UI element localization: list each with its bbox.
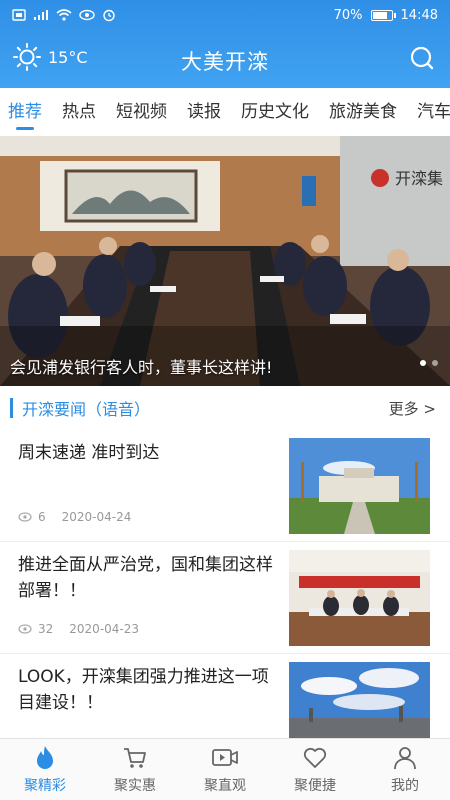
tab-recommend[interactable]: 推荐 [8, 88, 42, 136]
banner-carousel[interactable]: 开滦集 会见浦发银行客人时，董事长这样讲! [0, 136, 450, 386]
publish-date: 2020-04-23 [69, 622, 140, 636]
news-thumbnail [289, 438, 430, 534]
status-bar: 70% 14:48 [0, 0, 450, 30]
tab-hot[interactable]: 热点 [62, 88, 96, 136]
status-icons [12, 8, 116, 22]
news-thumbnail [289, 550, 430, 646]
news-item[interactable]: LOOK，开滦集团强力推进这一项目建设！！ [0, 654, 450, 738]
banner-caption: 会见浦发银行客人时，董事长这样讲! [10, 358, 273, 377]
eye-icon [79, 9, 95, 21]
sim-icon [12, 9, 26, 21]
nav-item-convenience[interactable]: 聚便捷 [270, 739, 360, 800]
signal-icon [34, 10, 48, 20]
eye-icon [18, 624, 32, 634]
nav-label: 聚实惠 [114, 778, 156, 794]
news-title: 周末速递 准时到达 [18, 443, 160, 463]
nav-label: 聚精彩 [24, 778, 66, 794]
news-item[interactable]: 周末速递 准时到达 6 2020-04-24 [0, 430, 450, 542]
banner-image: 开滦集 [0, 136, 450, 386]
nav-item-featured[interactable]: 聚精彩 [0, 739, 90, 800]
news-title: LOOK，开滦集团强力推进这一项目建设！！ [18, 667, 269, 713]
news-thumbnail [289, 662, 430, 738]
news-meta: 6 2020-04-24 [18, 510, 131, 524]
tab-short-video[interactable]: 短视频 [116, 88, 167, 136]
tab-newspaper[interactable]: 读报 [187, 88, 221, 136]
carousel-indicator [420, 360, 438, 366]
search-icon[interactable] [408, 44, 436, 72]
app-bar: 15°C 大美开滦 [0, 30, 450, 88]
nav-item-profile[interactable]: 我的 [360, 739, 450, 800]
view-count: 32 [38, 622, 54, 636]
bottom-nav: 聚精彩 聚实惠 聚直观 聚便捷 我的 [0, 738, 450, 800]
publish-date: 2020-04-24 [61, 510, 132, 524]
alarm-icon [103, 9, 115, 22]
carousel-dot [420, 360, 426, 366]
nav-label: 我的 [391, 778, 419, 794]
wifi-icon [56, 9, 72, 21]
nav-item-live[interactable]: 聚直观 [180, 739, 270, 800]
app-title: 大美开滦 [181, 50, 269, 74]
more-link[interactable]: 更多 > [389, 398, 436, 419]
nav-label: 聚直观 [204, 778, 246, 794]
carousel-dot [432, 360, 438, 366]
video-icon [212, 749, 238, 766]
user-icon [394, 747, 416, 770]
section-accent-bar [10, 398, 13, 418]
tab-history-culture[interactable]: 历史文化 [241, 88, 309, 136]
section-header: 开滦要闻（语音） 更多 > [0, 386, 450, 430]
news-title: 推进全面从严治党，国和集团这样部署！！ [18, 555, 273, 601]
battery-percent: 70% [333, 7, 363, 23]
cart-icon [124, 748, 146, 768]
tab-travel-food[interactable]: 旅游美食 [329, 88, 397, 136]
top-header: 70% 14:48 15°C 大美开滦 [0, 0, 450, 88]
tab-auto[interactable]: 汽车 [417, 88, 450, 136]
news-meta: 32 2020-04-23 [18, 622, 139, 636]
banner-sign-text: 开滦集 [395, 170, 443, 188]
nav-item-deals[interactable]: 聚实惠 [90, 739, 180, 800]
nav-label: 聚便捷 [294, 778, 336, 794]
eye-icon [18, 512, 32, 522]
news-item[interactable]: 推进全面从严治党，国和集团这样部署！！ 32 2020-04-23 [0, 542, 450, 654]
heart-icon [303, 747, 327, 768]
section-title[interactable]: 开滦要闻（语音） [22, 396, 150, 420]
view-count: 6 [38, 510, 46, 524]
clock: 14:48 [400, 7, 438, 23]
category-tabs: 推荐 热点 短视频 读报 历史文化 旅游美食 汽车 [0, 88, 450, 136]
battery-icon [370, 9, 396, 21]
flame-icon [37, 746, 53, 769]
